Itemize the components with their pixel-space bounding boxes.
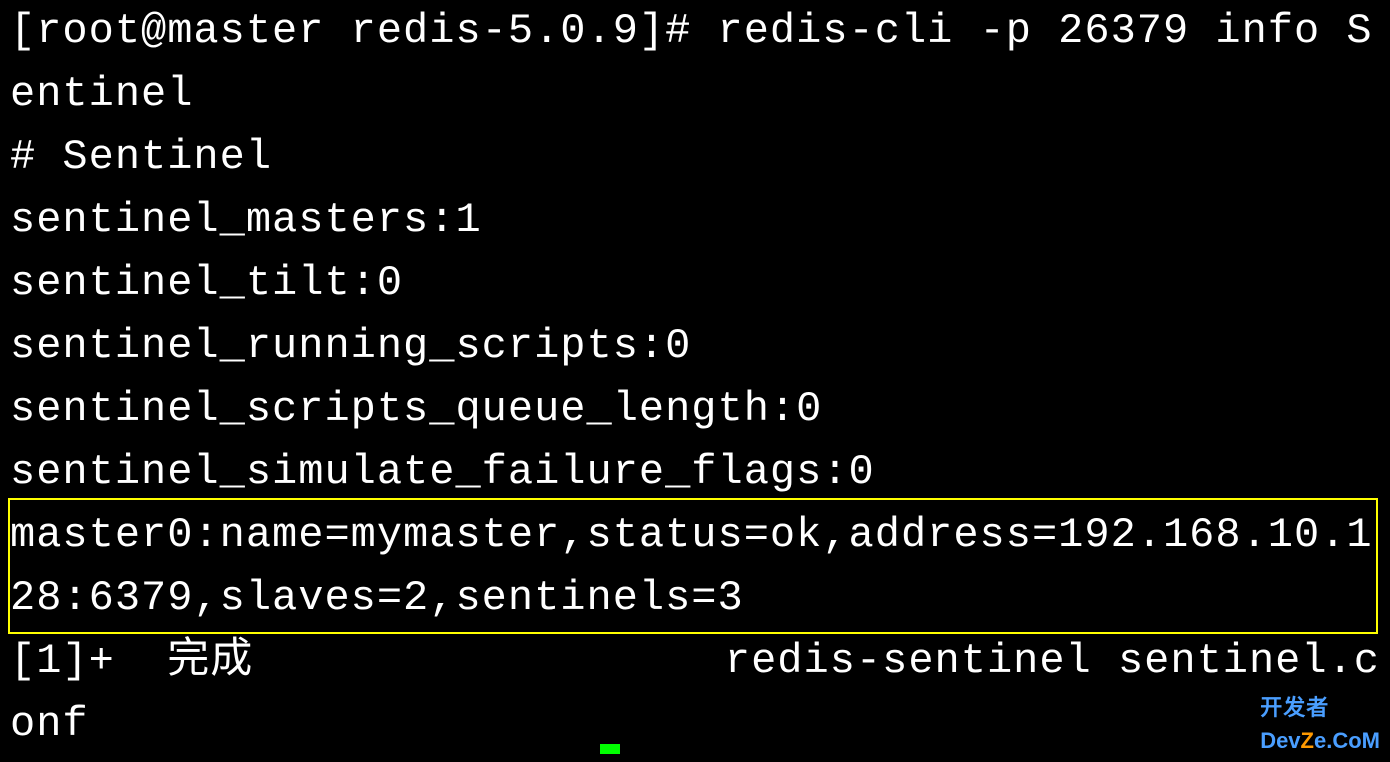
section-header: # Sentinel [10,126,1380,189]
sentinel-running-scripts-line: sentinel_running_scripts:0 [10,315,1380,378]
sentinel-scripts-queue-length-line: sentinel_scripts_queue_length:0 [10,378,1380,441]
terminal-window[interactable]: [root@master redis-5.0.9]# redis-cli -p … [0,0,1390,756]
sentinel-masters-line: sentinel_masters:1 [10,189,1380,252]
job-done-line: [1]+ 完成 redis-sentinel sentinel.conf [10,630,1380,756]
command-prompt-line: [root@master redis-5.0.9]# redis-cli -p … [10,0,1380,126]
sentinel-simulate-failure-flags-line: sentinel_simulate_failure_flags:0 [10,441,1380,504]
terminal-cursor [600,744,620,754]
watermark-bottom-text: DevZe.CoM [1260,724,1380,757]
master0-info-line: master0:name=mymaster,status=ok,address=… [10,504,1380,630]
sentinel-tilt-line: sentinel_tilt:0 [10,252,1380,315]
watermark-logo: 开发者 DevZe.CoM [1260,691,1380,757]
watermark-top-text: 开发者 [1260,691,1380,724]
